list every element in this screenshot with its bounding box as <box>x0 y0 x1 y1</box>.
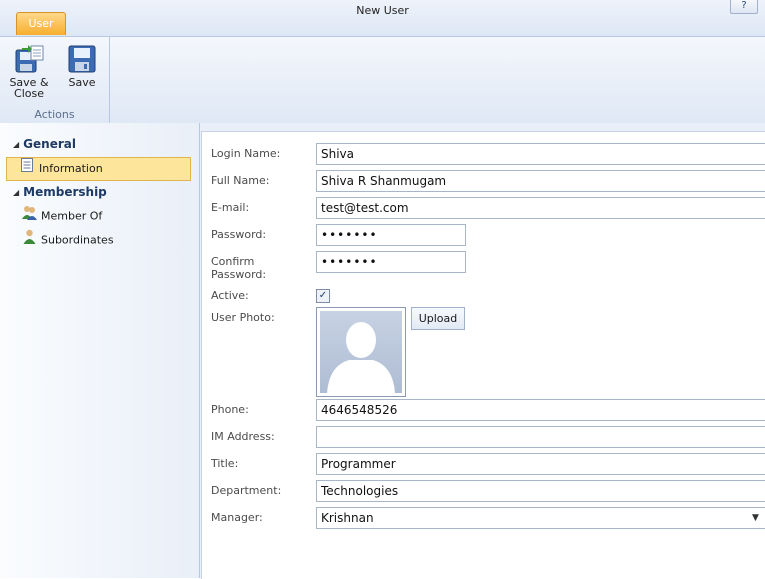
collapse-triangle-icon: ◢ <box>13 140 20 149</box>
collapse-triangle-icon: ◢ <box>13 188 20 197</box>
group-icon <box>22 205 37 228</box>
save-label: Save <box>68 76 96 89</box>
email-label: E-mail: <box>211 201 250 214</box>
phone-input[interactable]: 4646548526 <box>316 399 765 421</box>
login-name-input[interactable]: Shiva <box>316 143 765 165</box>
active-label: Active: <box>211 289 249 302</box>
nav-section-general-label: General <box>23 137 76 151</box>
title-bar: User New User ? <box>0 0 765 36</box>
full-name-label: Full Name: <box>211 174 270 187</box>
chevron-down-icon[interactable]: ▼ <box>752 508 765 528</box>
window-title: New User <box>356 4 409 17</box>
actions-group: Save & Close Save Actions <box>0 37 110 123</box>
user-photo-label: User Photo: <box>211 311 275 324</box>
user-photo-placeholder <box>316 307 406 397</box>
upload-button[interactable]: Upload <box>411 307 465 330</box>
nav-item-information[interactable]: Information <box>6 157 191 181</box>
actions-group-label: Actions <box>34 108 75 121</box>
save-button[interactable]: Save <box>60 44 104 88</box>
left-nav: ◢ General Information ◢ Membership Member … <box>0 123 200 578</box>
person-silhouette-icon <box>320 311 402 393</box>
title-input[interactable]: Programmer <box>316 453 765 475</box>
document-icon <box>21 158 33 180</box>
login-name-label: Login Name: <box>211 147 281 160</box>
confirm-password-label: Confirm Password: <box>211 255 267 281</box>
im-address-label: IM Address: <box>211 430 275 443</box>
full-name-input[interactable]: Shiva R Shanmugam <box>316 170 765 192</box>
nav-item-subordinates[interactable]: Subordinates <box>22 229 114 251</box>
save-close-icon <box>14 44 44 74</box>
password-input[interactable]: ••••••• <box>316 224 466 246</box>
title-label: Title: <box>211 457 239 470</box>
nav-section-general[interactable]: ◢ General <box>13 137 76 151</box>
nav-item-subordinates-label: Subordinates <box>41 233 114 247</box>
save-icon <box>67 44 97 74</box>
email-input[interactable]: test@test.com <box>316 197 765 219</box>
department-label: Department: <box>211 484 282 497</box>
manager-label: Manager: <box>211 511 263 524</box>
person-icon <box>22 229 37 252</box>
manager-select[interactable]: Krishnan <box>316 507 765 529</box>
ribbon: Save & Close Save Actions <box>0 36 765 124</box>
nav-item-member-of-label: Member Of <box>41 209 103 223</box>
nav-item-member-of[interactable]: Member Of <box>22 205 102 227</box>
help-button[interactable]: ? <box>730 0 758 14</box>
im-address-input[interactable] <box>316 426 765 448</box>
active-checkbox[interactable]: ✓ <box>316 289 330 303</box>
save-and-close-button[interactable]: Save & Close <box>6 44 52 99</box>
phone-label: Phone: <box>211 403 249 416</box>
confirm-password-input[interactable]: ••••••• <box>316 251 466 273</box>
nav-item-information-label: Information <box>39 162 103 175</box>
password-label: Password: <box>211 228 267 241</box>
nav-section-membership-label: Membership <box>23 185 107 199</box>
nav-section-membership[interactable]: ◢ Membership <box>13 185 107 199</box>
save-and-close-label: Save & Close <box>9 76 49 100</box>
department-input[interactable]: Technologies <box>316 480 765 502</box>
